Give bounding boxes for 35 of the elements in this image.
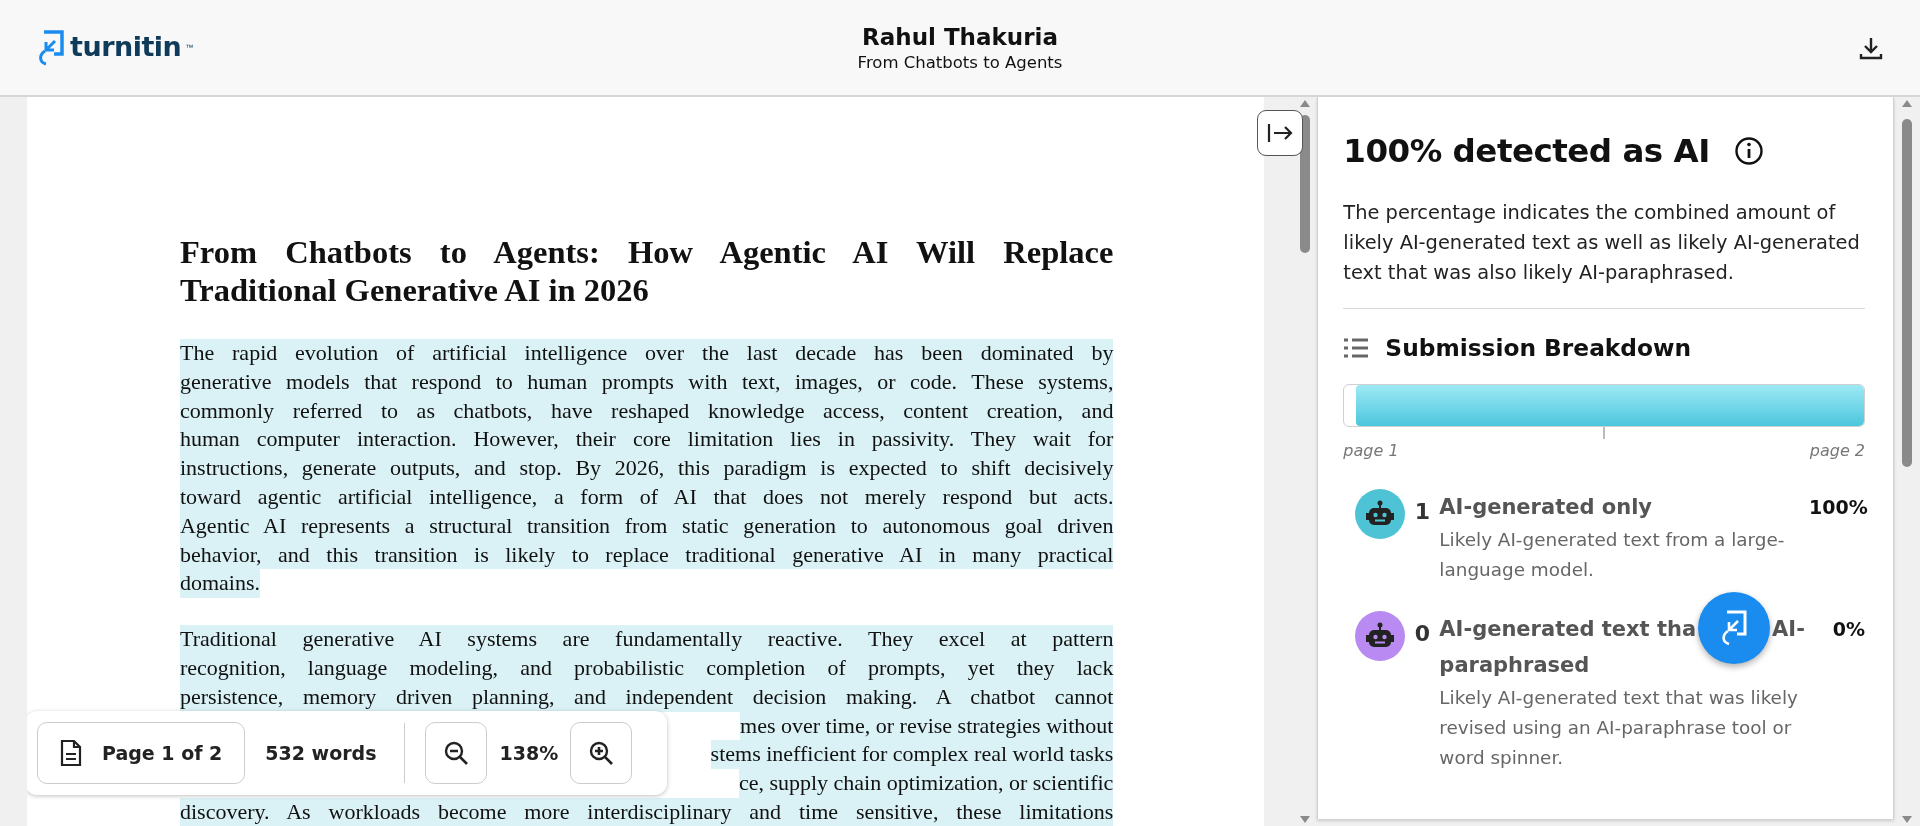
category-title: AI-generated text tha: [1439, 615, 1697, 643]
section-heading: Submission Breakdown: [1385, 332, 1692, 363]
logo-icon: [1719, 608, 1750, 647]
panel-heading: 100% detected as AI: [1343, 131, 1710, 172]
info-icon[interactable]: [1733, 136, 1764, 167]
logo-icon: [36, 28, 66, 67]
turnitin-button[interactable]: [1698, 591, 1771, 664]
category-description: Likely AI-generated text that was likely revised using an AI-paraphrase tool or word spinner.: [1439, 685, 1799, 770]
document-icon: [60, 739, 82, 767]
word-count: 532 words: [264, 740, 378, 766]
arrow-to-bar-icon: [1266, 122, 1294, 144]
list-icon: [1343, 337, 1370, 360]
document-heading: From Chatbots to Agents: How Agentic AI Will Replace Traditional Generative AI in 2026: [180, 233, 1114, 309]
category-percent: 100%: [1809, 494, 1866, 520]
description-text: The percentage indicates the combined amount of likely AI-generated text as well as likely AI-generated text that was also likely AI-paraphrased.: [1343, 199, 1861, 286]
zoom-level: 138%: [499, 740, 559, 766]
category-description: Likely AI-generated text from a large-language model.: [1439, 527, 1786, 582]
category-title: AI-generated only: [1439, 493, 1653, 521]
document-title: From Chatbots to Agents: [856, 51, 1064, 74]
author-name: Rahul Thakuria: [861, 22, 1059, 52]
category-title: AI-: [1772, 615, 1805, 643]
collapse-panel-button[interactable]: [1257, 110, 1303, 156]
zoom-out-button[interactable]: [425, 722, 488, 784]
category-percent: 0%: [1831, 616, 1866, 642]
page-button[interactable]: Page 1 of 2: [37, 722, 246, 784]
page-label: page 2: [1809, 439, 1866, 462]
item-count: 1: [1413, 497, 1431, 526]
logo-text: turnitin: [70, 30, 182, 65]
item-count: 0: [1413, 619, 1431, 648]
trademark-mark: ™: [185, 41, 194, 54]
zoom-in-button[interactable]: [570, 722, 633, 784]
category-title: paraphrased: [1439, 651, 1590, 679]
zoom-in-icon: [588, 740, 615, 766]
zoom-out-icon: [443, 740, 470, 766]
page-label: page 1: [1343, 439, 1399, 462]
